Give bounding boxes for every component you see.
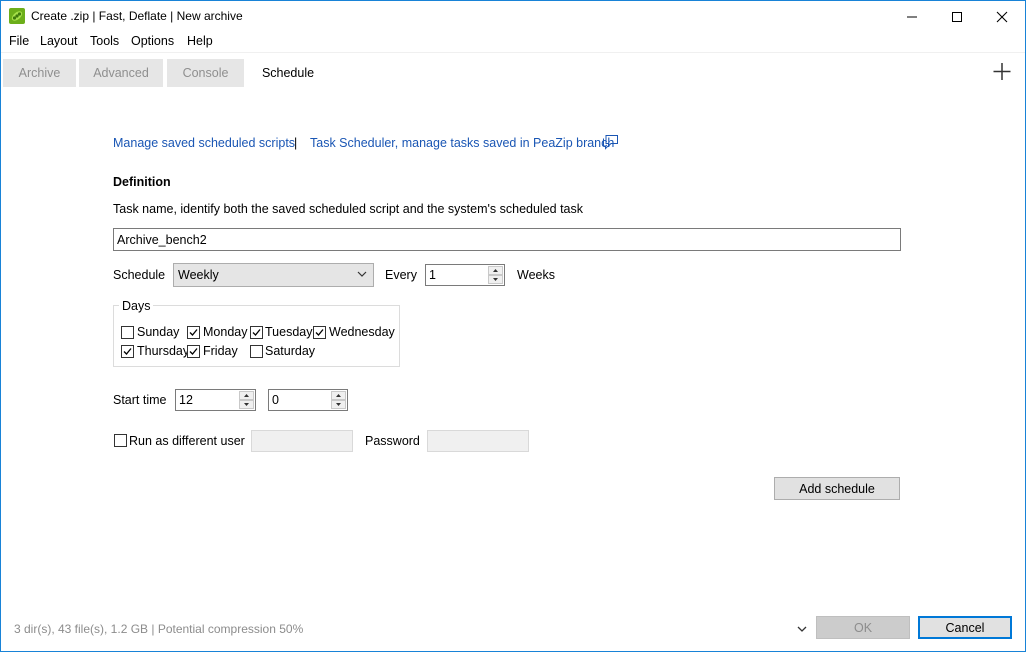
arrow-down-icon	[336, 403, 341, 406]
menu-file[interactable]: File	[9, 34, 29, 48]
task-name-input[interactable]: Archive_bench2	[113, 228, 901, 251]
sunday-label: Sunday	[137, 325, 180, 339]
arrow-up-icon	[244, 394, 249, 397]
tuesday-label: Tuesday	[265, 325, 313, 339]
minimize-button[interactable]	[889, 1, 935, 32]
menu-help[interactable]: Help	[187, 34, 213, 48]
password-input[interactable]	[427, 430, 529, 452]
minute-down-button[interactable]	[331, 400, 346, 409]
schedule-label: Schedule	[113, 268, 166, 282]
thursday-checkbox[interactable]	[121, 345, 134, 358]
add-schedule-button[interactable]: Add schedule	[774, 477, 900, 500]
username-input[interactable]	[251, 430, 353, 452]
tab-strip: Archive Advanced Console Schedule	[1, 59, 1025, 87]
run-as-different-user-checkbox[interactable]	[114, 434, 127, 447]
task-name-description: Task name, identify both the saved sched…	[113, 202, 584, 216]
hour-down-button[interactable]	[239, 400, 254, 409]
chat-bubble-icon[interactable]	[601, 134, 619, 150]
tab-console[interactable]: Console	[167, 59, 244, 87]
chevron-down-icon[interactable]	[796, 623, 808, 633]
checkmark-icon	[189, 348, 198, 355]
maximize-icon	[952, 11, 962, 22]
manage-scripts-link[interactable]: Manage saved scheduled scripts	[113, 136, 295, 150]
checkmark-icon	[315, 329, 324, 336]
monday-checkbox[interactable]	[187, 326, 200, 339]
ok-button[interactable]: OK	[816, 616, 910, 639]
plus-icon	[993, 63, 1011, 80]
hour-value: 12	[179, 393, 193, 407]
start-time-label: Start time	[113, 393, 167, 407]
menu-tools[interactable]: Tools	[90, 34, 119, 48]
password-label: Password	[365, 434, 420, 448]
friday-label: Friday	[203, 344, 238, 358]
minimize-icon	[907, 16, 917, 17]
checkmark-icon	[123, 348, 132, 355]
every-up-button[interactable]	[488, 266, 503, 275]
menu-layout[interactable]: Layout	[40, 34, 78, 48]
arrow-up-icon	[493, 269, 498, 272]
tuesday-checkbox[interactable]	[250, 326, 263, 339]
task-scheduler-link[interactable]: Task Scheduler, manage tasks saved in Pe…	[310, 136, 614, 150]
saturday-label: Saturday	[265, 344, 316, 358]
peazip-app-icon	[9, 8, 25, 24]
hour-up-button[interactable]	[239, 391, 254, 400]
app-window: Create .zip | Fast, Deflate | New archiv…	[0, 0, 1026, 652]
hour-stepper[interactable]: 12	[175, 389, 256, 411]
checkmark-icon	[189, 329, 198, 336]
task-name-value: Archive_bench2	[117, 232, 207, 247]
wednesday-checkbox[interactable]	[313, 326, 326, 339]
wednesday-label: Wednesday	[329, 325, 395, 339]
every-stepper[interactable]: 1	[425, 264, 505, 286]
maximize-button[interactable]	[934, 1, 980, 32]
add-tab-button[interactable]	[991, 61, 1013, 83]
menu-options[interactable]: Options	[131, 34, 174, 48]
minute-value: 0	[272, 393, 279, 407]
days-group-label: Days	[119, 299, 154, 313]
schedule-selected-value: Weekly	[178, 268, 219, 282]
monday-label: Monday	[203, 325, 248, 339]
title-bar: Create .zip | Fast, Deflate | New archiv…	[1, 1, 1025, 32]
close-button[interactable]	[979, 1, 1025, 32]
chevron-down-icon	[357, 271, 367, 277]
tab-archive[interactable]: Archive	[3, 59, 76, 87]
run-as-different-user-label: Run as different user	[129, 434, 245, 448]
minute-up-button[interactable]	[331, 391, 346, 400]
arrow-up-icon	[336, 394, 341, 397]
window-title: Create .zip | Fast, Deflate | New archiv…	[31, 9, 243, 23]
checkmark-icon	[252, 329, 261, 336]
cancel-button[interactable]: Cancel	[918, 616, 1012, 639]
tab-advanced[interactable]: Advanced	[79, 59, 163, 87]
arrow-down-icon	[244, 403, 249, 406]
arrow-down-icon	[493, 278, 498, 281]
status-text: 3 dir(s), 43 file(s), 1.2 GB | Potential…	[14, 622, 304, 636]
saturday-checkbox[interactable]	[250, 345, 263, 358]
definition-heading: Definition	[113, 175, 171, 189]
tab-schedule[interactable]: Schedule	[247, 59, 329, 87]
schedule-select[interactable]: Weekly	[173, 263, 374, 287]
minute-stepper[interactable]: 0	[268, 389, 348, 411]
sunday-checkbox[interactable]	[121, 326, 134, 339]
link-separator: |	[294, 136, 298, 150]
every-value: 1	[429, 268, 436, 282]
menu-bar: File Layout Tools Options Help	[1, 32, 1025, 53]
close-icon	[996, 11, 1008, 22]
friday-checkbox[interactable]	[187, 345, 200, 358]
every-down-button[interactable]	[488, 275, 503, 284]
every-label: Every	[385, 268, 417, 282]
thursday-label: Thursday	[137, 344, 190, 358]
weeks-label: Weeks	[517, 268, 555, 282]
